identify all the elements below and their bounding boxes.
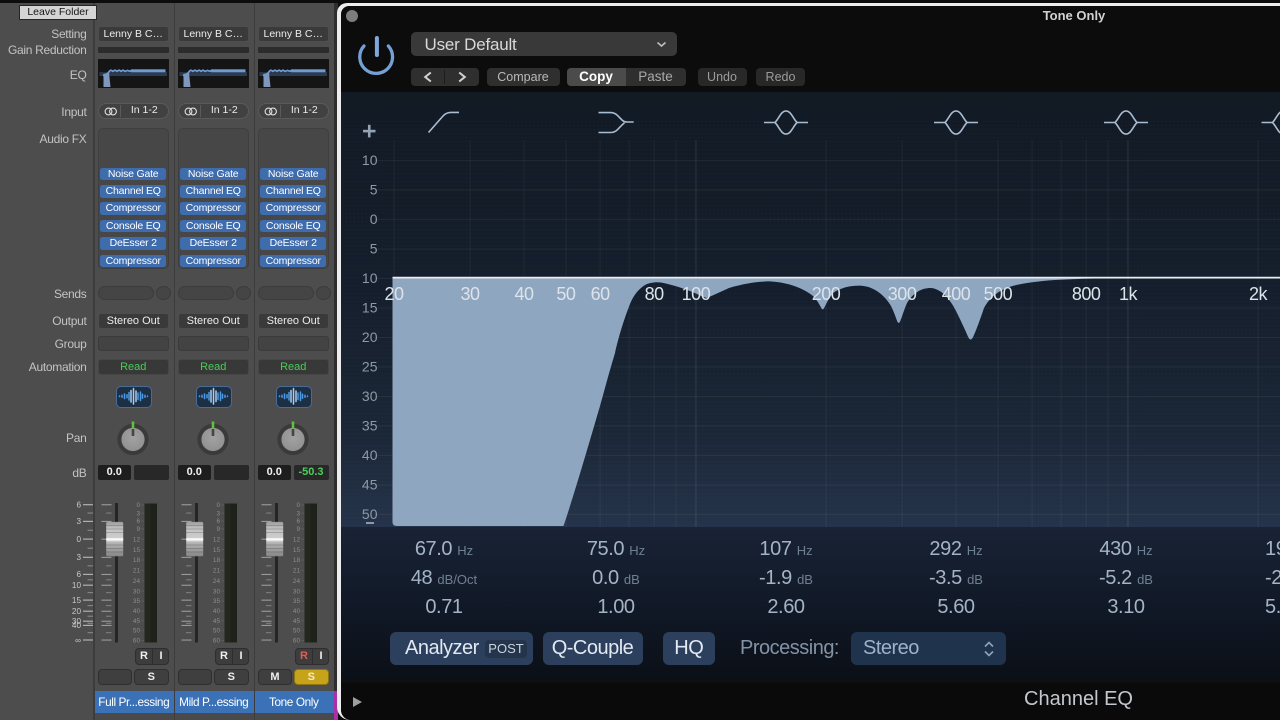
svg-text:0: 0 — [136, 502, 140, 509]
svg-text:20: 20 — [384, 284, 404, 304]
svg-text:40: 40 — [361, 447, 377, 463]
svg-text:21: 21 — [293, 568, 301, 575]
svg-text:45: 45 — [213, 618, 221, 625]
svg-text:0: 0 — [369, 211, 377, 227]
svg-text:0: 0 — [296, 502, 300, 509]
svg-text:45: 45 — [133, 618, 141, 625]
svg-text:10: 10 — [361, 152, 377, 168]
svg-text:100: 100 — [681, 284, 710, 304]
svg-text:50: 50 — [361, 506, 377, 522]
svg-text:12: 12 — [133, 536, 141, 543]
svg-text:15: 15 — [72, 596, 82, 605]
svg-text:15: 15 — [361, 300, 377, 316]
svg-text:18: 18 — [213, 557, 221, 564]
svg-text:3: 3 — [76, 517, 81, 526]
svg-text:18: 18 — [133, 557, 141, 564]
svg-text:45: 45 — [293, 618, 301, 625]
svg-text:21: 21 — [213, 568, 221, 575]
svg-text:2k: 2k — [1248, 284, 1268, 304]
svg-text:10: 10 — [72, 581, 82, 590]
svg-text:30: 30 — [133, 588, 141, 595]
svg-text:40: 40 — [514, 284, 534, 304]
svg-text:45: 45 — [361, 477, 377, 493]
svg-text:3: 3 — [136, 510, 140, 517]
svg-text:24: 24 — [213, 578, 221, 585]
svg-text:50: 50 — [133, 628, 141, 635]
svg-text:800: 800 — [1071, 284, 1100, 304]
svg-text:0: 0 — [216, 502, 220, 509]
svg-text:40: 40 — [133, 608, 141, 615]
svg-text:300: 300 — [887, 284, 916, 304]
svg-text:15: 15 — [293, 547, 301, 554]
svg-text:15: 15 — [133, 547, 141, 554]
svg-text:35: 35 — [213, 598, 221, 605]
svg-text:5: 5 — [369, 182, 377, 198]
svg-text:20: 20 — [361, 329, 377, 345]
svg-text:10: 10 — [361, 270, 377, 286]
svg-text:20: 20 — [72, 607, 82, 616]
svg-text:9: 9 — [136, 526, 140, 533]
svg-text:30: 30 — [293, 588, 301, 595]
svg-text:60: 60 — [293, 638, 301, 645]
svg-text:6: 6 — [76, 501, 81, 510]
svg-text:1k: 1k — [1118, 284, 1138, 304]
svg-text:40: 40 — [293, 608, 301, 615]
svg-text:60: 60 — [590, 284, 610, 304]
svg-text:3: 3 — [76, 553, 81, 562]
svg-text:21: 21 — [133, 568, 141, 575]
svg-text:60: 60 — [213, 638, 221, 645]
svg-text:35: 35 — [133, 598, 141, 605]
svg-text:80: 80 — [644, 284, 664, 304]
svg-text:50: 50 — [213, 628, 221, 635]
svg-text:50: 50 — [556, 284, 576, 304]
svg-text:24: 24 — [133, 578, 141, 585]
svg-text:6: 6 — [216, 518, 220, 525]
svg-text:9: 9 — [216, 526, 220, 533]
svg-text:6: 6 — [76, 570, 81, 579]
svg-text:30: 30 — [213, 588, 221, 595]
svg-text:12: 12 — [213, 536, 221, 543]
svg-text:40: 40 — [213, 608, 221, 615]
svg-text:500: 500 — [983, 284, 1012, 304]
svg-text:24: 24 — [293, 578, 301, 585]
svg-text:9: 9 — [296, 526, 300, 533]
svg-text:30: 30 — [361, 388, 377, 404]
svg-text:25: 25 — [361, 359, 377, 375]
svg-text:0: 0 — [76, 535, 81, 544]
svg-text:3: 3 — [216, 510, 220, 517]
svg-text:400: 400 — [941, 284, 970, 304]
svg-text:35: 35 — [293, 598, 301, 605]
svg-text:200: 200 — [811, 284, 840, 304]
svg-text:5: 5 — [369, 241, 377, 257]
svg-text:60: 60 — [133, 638, 141, 645]
svg-text:12: 12 — [293, 536, 301, 543]
svg-text:∞: ∞ — [75, 636, 81, 645]
svg-text:6: 6 — [136, 518, 140, 525]
svg-text:50: 50 — [293, 628, 301, 635]
svg-text:15: 15 — [213, 547, 221, 554]
svg-text:18: 18 — [293, 557, 301, 564]
svg-text:35: 35 — [361, 418, 377, 434]
svg-text:3: 3 — [296, 510, 300, 517]
svg-text:40: 40 — [72, 621, 82, 630]
svg-text:6: 6 — [296, 518, 300, 525]
svg-text:30: 30 — [460, 284, 480, 304]
